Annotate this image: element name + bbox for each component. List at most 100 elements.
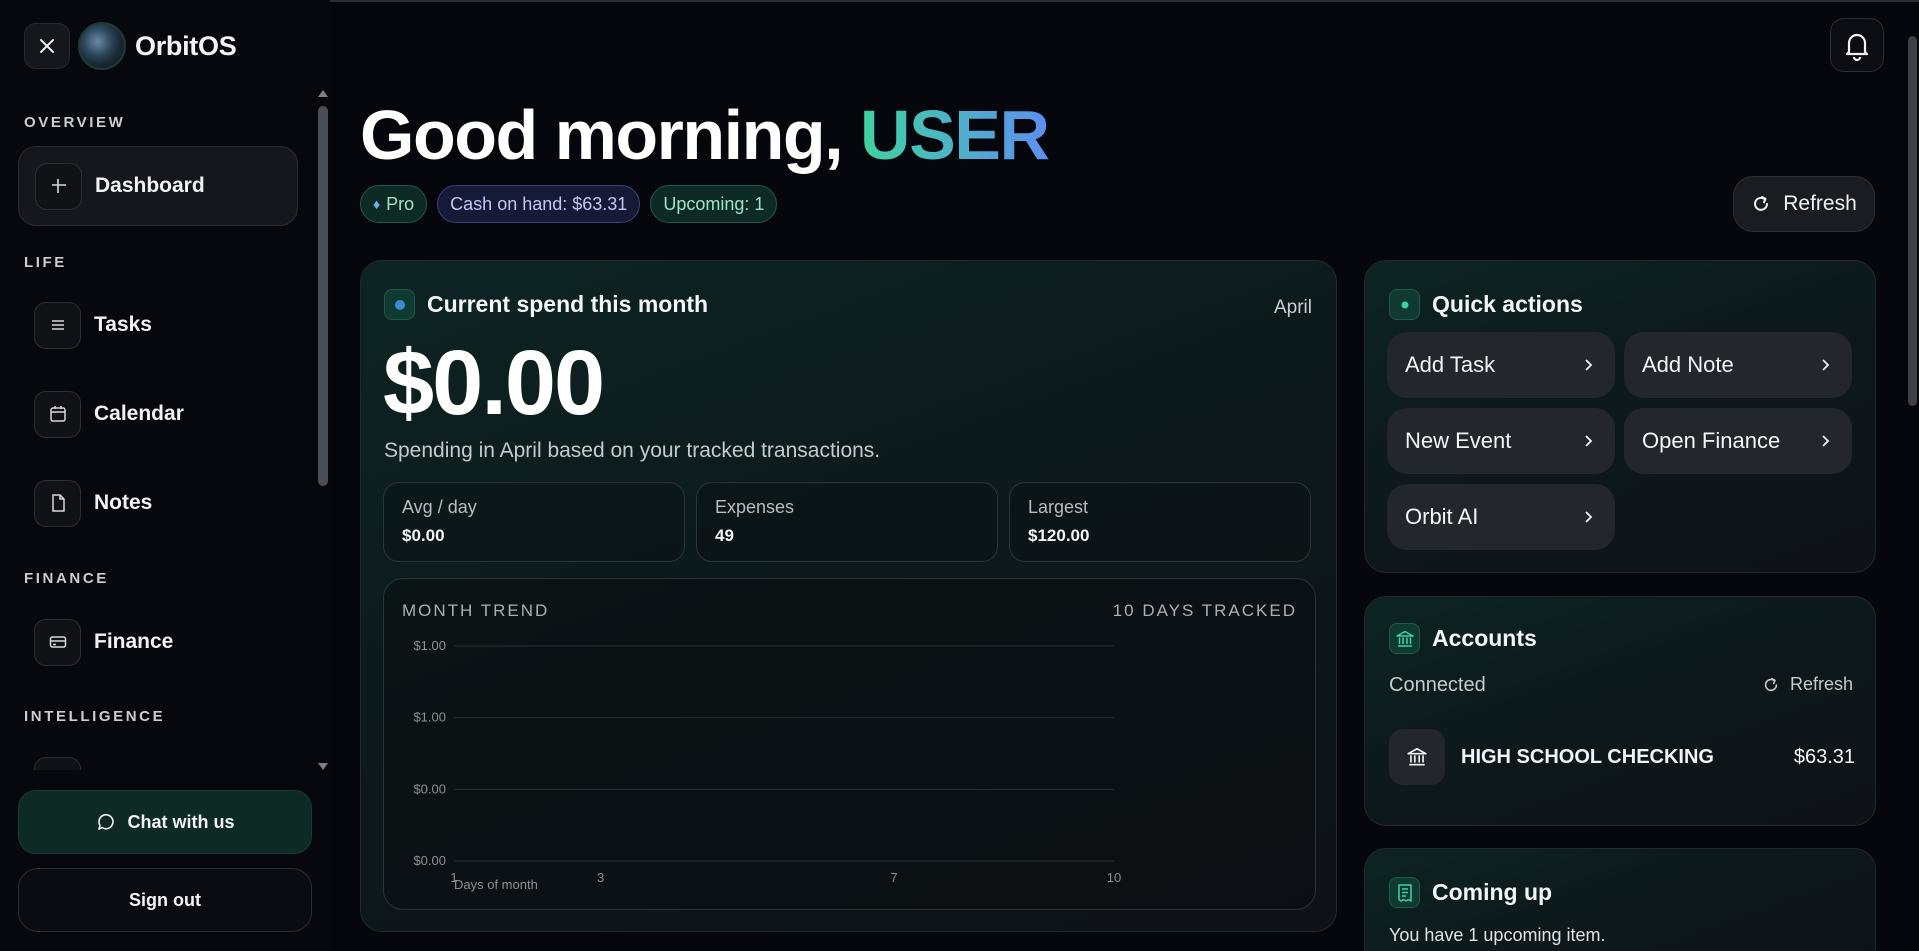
account-balance: $63.31: [1793, 745, 1855, 768]
dashboard-icon: [35, 162, 82, 210]
scroll-thumb[interactable]: [318, 106, 328, 486]
y-tick-label: $0.00: [413, 853, 446, 868]
bell-icon: [1845, 33, 1869, 62]
section-label-life: LIFE: [24, 254, 67, 271]
quick-actions-dot-icon: [1389, 289, 1420, 320]
list-icon: [34, 301, 81, 349]
x-tick-label: 10: [1107, 870, 1121, 885]
stat-avg-per-day: Avg / day $0.00: [383, 482, 685, 562]
current-spend-card: Current spend this month April $0.00 Spe…: [360, 260, 1337, 932]
trend-chart-svg: $1.00$1.00$0.00$0.001 3 7 10Days of month: [413, 638, 1121, 892]
sidebar-item-finance[interactable]: Finance: [18, 602, 298, 682]
chevron-right-icon: [1822, 435, 1830, 447]
diamond-icon: ♦: [373, 196, 381, 212]
stat-expenses: Expenses 49: [696, 482, 998, 562]
y-tick-label: $1.00: [413, 710, 446, 725]
chevron-right-icon: [1585, 435, 1593, 447]
chat-with-us-button[interactable]: Chat with us: [18, 790, 312, 854]
account-row[interactable]: HIGH SCHOOL CHECKING $63.31: [1389, 729, 1855, 785]
x-tick-label: 3: [597, 870, 604, 885]
add-task-button[interactable]: Add Task: [1387, 332, 1615, 398]
sidebar-item-label: Finance: [94, 630, 174, 653]
orbit-ai-button[interactable]: Orbit AI: [1387, 484, 1615, 550]
chevron-right-icon: [1585, 511, 1593, 523]
chevron-right-icon: [1822, 359, 1830, 371]
sidebar: OrbitOS OVERVIEW Dashboard LIFE Tasks Ca…: [0, 0, 330, 951]
stat-label: Avg / day: [402, 497, 477, 517]
credit-card-icon: [34, 618, 81, 666]
sidebar-item-label: Dashboard: [95, 174, 205, 197]
receipt-icon: [1389, 877, 1420, 908]
spend-description: Spending in April based on your tracked …: [384, 439, 881, 462]
spend-dot-icon: [384, 289, 415, 320]
coming-up-title: Coming up: [1432, 879, 1553, 905]
upcoming-badge: Upcoming: 1: [650, 185, 778, 223]
sign-out-button[interactable]: Sign out: [18, 868, 312, 932]
orbit-ai-label: Orbit AI: [1405, 504, 1479, 529]
coming-up-text: You have 1 upcoming item.: [1389, 925, 1606, 945]
greeting-heading: Good morning, USER: [360, 95, 1050, 175]
sidebar-item-orbit-ai[interactable]: [18, 740, 298, 770]
section-label-finance: FINANCE: [24, 570, 109, 587]
sparkle-icon: [34, 756, 81, 770]
month-trend-chart: MONTH TREND 10 DAYS TRACKED $1.00 $1.00 $0…: [383, 578, 1316, 910]
x-axis-label: Days of month: [454, 877, 538, 892]
main-content: Good morning, USER ♦ Pro Cash on hand: $…: [330, 0, 1900, 951]
bank-icon: [1389, 623, 1420, 654]
page-scrollbar-thumb[interactable]: [1908, 36, 1917, 406]
cash-badge: Cash on hand: $63.31: [437, 185, 641, 223]
refresh-icon: [1762, 676, 1780, 694]
refresh-button[interactable]: Refresh: [1733, 176, 1875, 232]
status-chips: ♦ Pro Cash on hand: $63.31 Upcoming: 1: [360, 185, 778, 223]
open-finance-button[interactable]: Open Finance: [1624, 408, 1852, 474]
sidebar-item-dashboard[interactable]: Dashboard: [18, 146, 298, 226]
sidebar-item-label: Notes: [94, 491, 153, 514]
stat-value: $0.00: [402, 526, 445, 545]
quick-actions-header: Quick actions: [1389, 289, 1583, 320]
account-name: HIGH SCHOOL CHECKING: [1461, 745, 1714, 768]
add-note-button[interactable]: Add Note: [1624, 332, 1852, 398]
close-sidebar-button[interactable]: [24, 23, 70, 69]
spend-month: April: [1273, 297, 1312, 318]
upcoming-label: Upcoming: 1: [663, 193, 765, 214]
new-event-button[interactable]: New Event: [1387, 408, 1615, 474]
section-label-intelligence: INTELLIGENCE: [24, 708, 166, 725]
accounts-refresh-label: Refresh: [1789, 674, 1853, 694]
document-icon: [34, 479, 81, 527]
quick-actions-card: Quick actions Add Task Add Note New Even…: [1364, 260, 1876, 573]
sidebar-nav: OVERVIEW Dashboard LIFE Tasks Calendar N: [0, 100, 318, 770]
stat-largest: Largest $120.00: [1009, 482, 1311, 562]
spend-card-header: Current spend this month: [384, 289, 708, 320]
sidebar-item-notes[interactable]: Notes: [18, 463, 298, 543]
spend-card-title: Current spend this month: [427, 291, 709, 317]
x-tick-label: 7: [890, 870, 897, 885]
close-icon: [40, 39, 54, 53]
brand: OrbitOS: [24, 22, 237, 70]
sidebar-item-calendar[interactable]: Calendar: [18, 374, 298, 454]
sidebar-item-label: Tasks: [94, 313, 152, 336]
accounts-header: Accounts: [1389, 623, 1537, 654]
refresh-icon: [1751, 194, 1771, 214]
chevron-right-icon: [1585, 359, 1593, 371]
section-label-overview: OVERVIEW: [24, 114, 126, 131]
sidebar-item-tasks[interactable]: Tasks: [18, 285, 298, 365]
scroll-up-arrow-icon[interactable]: [318, 90, 328, 97]
open-finance-label: Open Finance: [1642, 428, 1781, 453]
bank-icon: [1389, 729, 1445, 785]
app-name: OrbitOS: [135, 30, 237, 61]
coming-up-header: Coming up: [1389, 877, 1552, 908]
sign-out-label: Sign out: [129, 889, 201, 910]
sidebar-scrollbar[interactable]: [318, 90, 328, 770]
user-name: USER: [860, 96, 1050, 174]
coming-up-card: Coming up You have 1 upcoming item.: [1364, 848, 1876, 951]
plan-badge: ♦ Pro: [360, 185, 428, 223]
notifications-button[interactable]: [1830, 18, 1884, 72]
chat-bubble-icon: [96, 812, 116, 832]
greeting-text: Good morning,: [360, 96, 844, 174]
accounts-refresh-button[interactable]: Refresh: [1762, 674, 1853, 695]
scroll-down-arrow-icon[interactable]: [318, 763, 328, 770]
y-tick-label: $0.00: [413, 781, 446, 796]
stat-label: Expenses: [715, 497, 795, 517]
add-task-label: Add Task: [1405, 352, 1496, 377]
add-note-label: Add Note: [1642, 352, 1734, 377]
